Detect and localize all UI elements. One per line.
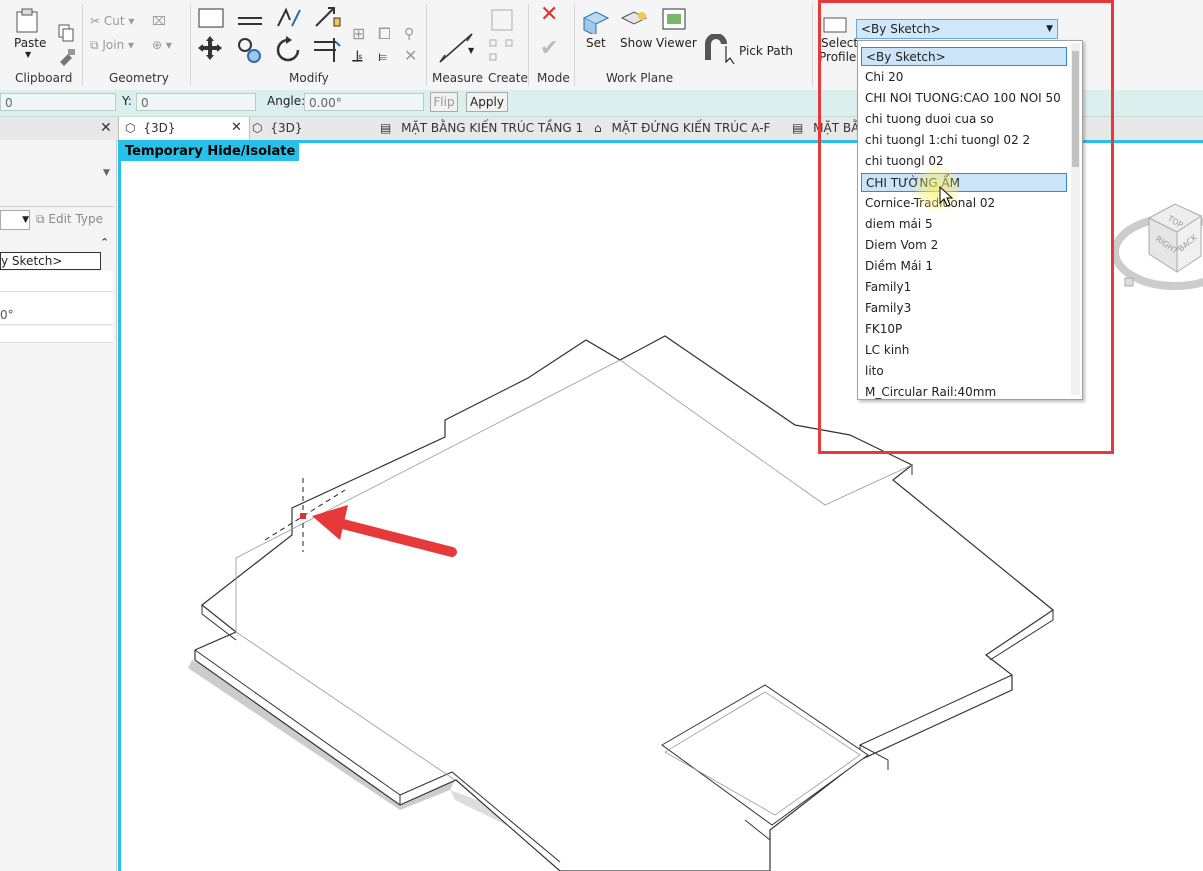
panel-label-clipboard: Clipboard (15, 71, 73, 85)
profile-value-field[interactable]: y Sketch> (0, 252, 101, 270)
geometry-tool-icon[interactable]: ⌧ (152, 14, 166, 28)
angle-input[interactable]: 0.00° (304, 93, 424, 111)
offset-icon[interactable] (236, 8, 264, 28)
apply-button[interactable]: Apply (466, 92, 508, 112)
annotation-highlight-box (818, 0, 1114, 454)
pick-path-icon[interactable] (704, 34, 738, 64)
measure-dropdown-icon[interactable]: ▼ (468, 46, 474, 55)
array-icon[interactable]: ⊞ (352, 24, 365, 43)
show-workplane-icon[interactable] (620, 10, 648, 34)
tab-elevation[interactable]: ⌂ MẶT ĐỨNG KIẾN TRÚC A-F (594, 117, 770, 140)
set-button[interactable]: Set (586, 36, 606, 50)
edit-type-label: Edit Type (48, 212, 104, 226)
edit-type-button[interactable]: ⧉ Edit Type (36, 212, 103, 227)
paste-icon[interactable] (14, 8, 42, 34)
type-selector-chevron-icon[interactable]: ▼ (103, 168, 110, 178)
group-icon[interactable]: ⧠ (378, 24, 391, 44)
pick-path-button[interactable]: Pick Path (739, 44, 793, 58)
copy-icon[interactable] (58, 24, 76, 42)
panel-label-mode: Mode (537, 71, 570, 85)
match-properties-icon[interactable] (58, 48, 76, 66)
collapse-icon[interactable]: ⌃ (100, 236, 109, 249)
tab-elevation-label: MẶT ĐỨNG KIẾN TRÚC A-F (611, 121, 771, 135)
viewcube-home-icon[interactable] (1124, 277, 1134, 287)
finish-edit-icon[interactable]: ✔ (540, 36, 558, 61)
angle-value-field[interactable]: 0° (0, 306, 113, 325)
tab-floor-plan-label: MẶT BẰNG KIẾN TRÚC TẦNG 1 (401, 121, 584, 135)
geometry-tool-2-icon[interactable]: ⊕ ▾ (152, 38, 172, 52)
trim-icon[interactable] (312, 34, 342, 64)
y-label: Y: (122, 94, 132, 108)
create-group-icon[interactable] (488, 8, 518, 70)
rotate-icon[interactable] (274, 36, 302, 64)
viewcube[interactable]: TOP RIGHT BACK (1105, 190, 1203, 300)
type-selector[interactable] (0, 142, 114, 207)
angle-label: Angle: (267, 94, 306, 108)
pick-point-marker (300, 513, 306, 519)
show-button[interactable]: Show (620, 36, 652, 50)
tab-3d-active[interactable]: ⬡ {3D} ✕ (118, 117, 250, 140)
x-input[interactable]: 0 (0, 93, 116, 111)
viewer-button[interactable]: Viewer (656, 36, 697, 50)
tab-3d-active-label: {3D} (143, 121, 176, 135)
tab-3d[interactable]: ⬡ {3D} (252, 117, 302, 140)
split-gap-icon[interactable]: ⫢ (378, 46, 387, 66)
close-tab-icon[interactable]: ✕ (231, 117, 242, 139)
y-input[interactable]: 0 (136, 93, 256, 111)
paste-button[interactable]: Paste (14, 36, 46, 50)
cancel-edit-icon[interactable]: ✕ (540, 2, 558, 27)
floor-plan-icon: ▤ (380, 121, 392, 135)
properties-panel: ▼ ▼ ⧉ Edit Type ⌃ y Sketch> 0° (0, 140, 117, 871)
align-icon[interactable] (198, 8, 224, 28)
panel-label-geometry: Geometry (109, 71, 169, 85)
join-label: Join (102, 38, 125, 52)
flip-button[interactable]: Flip (430, 92, 458, 112)
mirror-icon[interactable] (276, 6, 304, 28)
split-icon[interactable]: ⫡ (352, 46, 363, 66)
close-properties-icon[interactable]: ✕ (100, 117, 112, 140)
panel-label-modify: Modify (289, 71, 329, 85)
prop-row (0, 326, 113, 343)
panel-label-create: Create (488, 71, 528, 85)
elevation-icon: ⌂ (594, 121, 602, 135)
paste-dropdown-icon[interactable]: ▼ (25, 50, 31, 59)
move-icon[interactable] (196, 34, 224, 62)
instance-filter-select[interactable]: ▼ (0, 210, 30, 230)
prop-row (0, 271, 113, 292)
panel-label-measure: Measure (432, 71, 483, 85)
pin-icon[interactable]: ⚲ (404, 26, 414, 42)
copy-element-icon[interactable] (236, 36, 264, 64)
set-workplane-icon[interactable] (582, 10, 610, 34)
cut-button[interactable]: ✂ Cut ▾ (90, 14, 134, 28)
floor-plan-icon: ▤ (792, 121, 804, 135)
tab-floor-plan[interactable]: ▤ MẶT BẰNG KIẾN TRÚC TẦNG 1 (380, 117, 583, 140)
delete-icon[interactable]: ✕ (404, 46, 417, 65)
cube-icon: ⬡ (252, 121, 263, 135)
cube-icon: ⬡ (125, 121, 136, 135)
cut-label: Cut (103, 14, 125, 28)
panel-label-work-plane: Work Plane (606, 71, 674, 85)
join-button[interactable]: ⧉ Join ▾ (90, 38, 134, 53)
tab-3d-label: {3D} (270, 121, 303, 135)
scale-icon[interactable] (314, 6, 342, 28)
viewer-icon[interactable] (660, 6, 688, 32)
